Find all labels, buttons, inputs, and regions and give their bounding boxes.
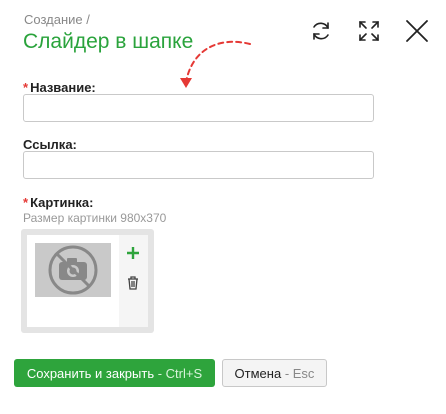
- expand-button[interactable]: [356, 18, 382, 44]
- save-shortcut: - Ctrl+S: [154, 365, 203, 381]
- image-preview[interactable]: [27, 235, 119, 327]
- refresh-icon: [313, 22, 329, 40]
- delete-image-button[interactable]: [126, 275, 140, 291]
- image-actions: [119, 235, 148, 327]
- close-icon: [406, 20, 428, 42]
- cancel-button[interactable]: Отмена - Esc: [222, 359, 327, 387]
- trash-icon: [128, 276, 138, 290]
- hint-arrow-icon: [180, 40, 251, 88]
- save-and-close-button[interactable]: Сохранить и закрыть - Ctrl+S: [14, 359, 215, 387]
- name-label: * Название:: [23, 80, 96, 95]
- image-placeholder: [35, 243, 111, 297]
- close-button[interactable]: [404, 18, 430, 44]
- no-camera-icon: [48, 245, 98, 295]
- name-input[interactable]: [23, 94, 374, 122]
- cancel-label: Отмена: [234, 365, 282, 381]
- breadcrumb: Создание /: [24, 12, 90, 27]
- link-input[interactable]: [23, 151, 374, 179]
- link-label: Ссылка:: [23, 137, 77, 152]
- refresh-button[interactable]: [308, 18, 334, 44]
- page-title: Слайдер в шапке: [23, 30, 194, 53]
- image-uploader: [21, 229, 154, 333]
- image-size-hint: Размер картинки 980x370: [23, 211, 167, 225]
- header-toolbar: [308, 18, 430, 44]
- image-label-text: Картинка:: [30, 195, 94, 210]
- save-label: Сохранить и закрыть: [26, 365, 155, 381]
- required-mark: *: [23, 195, 29, 210]
- required-mark: *: [23, 80, 29, 95]
- plus-icon: [127, 247, 139, 259]
- add-image-button[interactable]: [125, 245, 141, 261]
- cancel-shortcut: - Esc: [281, 365, 315, 381]
- image-label: * Картинка:: [23, 195, 93, 210]
- name-label-text: Название:: [30, 80, 96, 95]
- expand-icon: [359, 21, 379, 41]
